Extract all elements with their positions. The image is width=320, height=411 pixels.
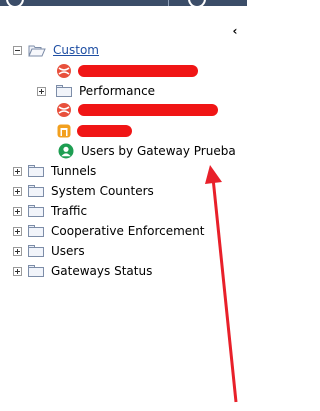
- tree-node-redacted[interactable]: [57, 121, 132, 141]
- tree-node-performance[interactable]: Performance: [37, 81, 155, 101]
- user-icon: [58, 143, 74, 159]
- red-ball-icon: [57, 103, 71, 117]
- collapse-toggle-icon[interactable]: [13, 45, 22, 55]
- expand-toggle-icon[interactable]: [13, 226, 22, 236]
- tree-node-redacted[interactable]: [56, 61, 198, 81]
- expand-toggle-icon[interactable]: [13, 186, 22, 196]
- tree-node-cooperative-enforcement[interactable]: Cooperative Enforcement: [13, 221, 247, 241]
- folder-icon: [28, 205, 44, 217]
- collapse-pane-button[interactable]: ‹: [229, 24, 241, 38]
- red-ball-icon: [57, 64, 71, 78]
- tree-node-label: Gateways Status: [51, 264, 153, 278]
- toolbar-separator: [168, 0, 169, 6]
- tree-node-label: Users by Gateway Prueba: [81, 144, 236, 158]
- redacted-label: [78, 104, 218, 116]
- tree-node-label: Users: [51, 244, 85, 258]
- tree-node-traffic[interactable]: Traffic: [13, 201, 87, 221]
- folder-icon: [28, 245, 44, 257]
- expand-toggle-icon[interactable]: [13, 206, 22, 216]
- folder-icon: [28, 225, 44, 237]
- toolbar-button[interactable]: [188, 0, 206, 8]
- tree-node-users[interactable]: Users: [13, 241, 85, 261]
- tree-node-custom[interactable]: Custom: [13, 40, 99, 60]
- folder-icon: [28, 265, 44, 277]
- tree-node-gateways-status[interactable]: Gateways Status: [13, 261, 152, 281]
- open-folder-icon: [28, 45, 46, 56]
- expand-toggle-icon[interactable]: [13, 246, 22, 256]
- tree-node-users-by-gateway[interactable]: Users by Gateway Prueba: [58, 141, 236, 161]
- expand-toggle-icon[interactable]: [37, 86, 46, 96]
- expand-toggle-icon[interactable]: [13, 166, 22, 176]
- redacted-label: [77, 125, 132, 137]
- tree-node-system-counters[interactable]: System Counters: [13, 181, 154, 201]
- tree-node-label: System Counters: [51, 184, 154, 198]
- tree-node-label: Tunnels: [51, 164, 97, 178]
- folder-icon: [28, 185, 44, 197]
- orange-gauge-icon: [57, 124, 71, 138]
- toolbar-button[interactable]: [6, 0, 24, 8]
- tree-node-redacted[interactable]: [56, 100, 218, 120]
- folder-icon: [56, 85, 72, 97]
- expand-toggle-icon[interactable]: [13, 266, 22, 276]
- tree-node-tunnels[interactable]: Tunnels: [13, 161, 96, 181]
- folder-icon: [28, 165, 44, 177]
- tree-node-label: Performance: [79, 84, 156, 98]
- tree-node-label: Traffic: [51, 204, 88, 218]
- top-toolbar-strip: [0, 0, 247, 8]
- redacted-label: [78, 65, 198, 77]
- tree-node-label: Cooperative Enforcement: [51, 224, 205, 238]
- tree-node-label[interactable]: Custom: [53, 40, 99, 60]
